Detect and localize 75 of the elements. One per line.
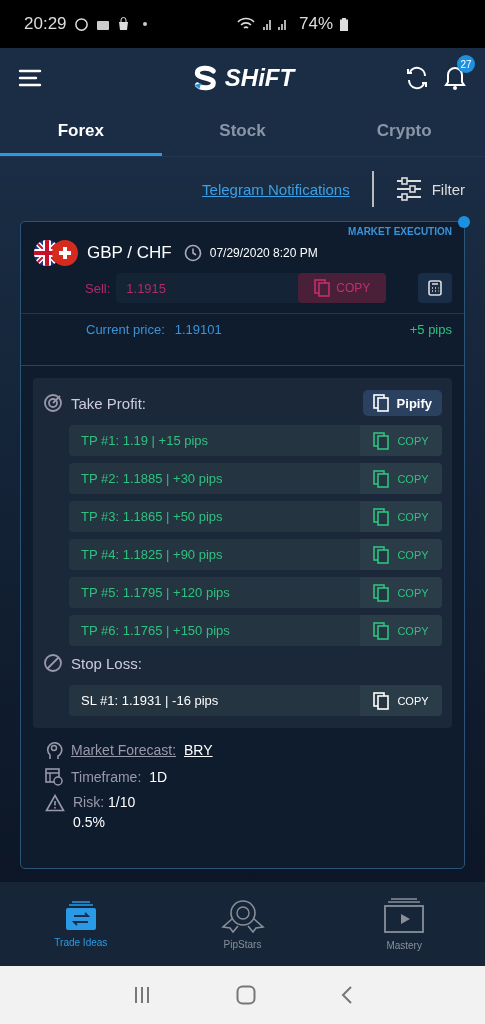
- pips-change: +5 pips: [409, 322, 452, 337]
- flags-icon: [33, 239, 79, 267]
- timeframe-value: 1D: [149, 769, 168, 785]
- sliders-icon: [395, 177, 422, 201]
- copy-icon: [373, 583, 390, 602]
- target-icon: [43, 393, 63, 413]
- copy-button[interactable]: COPY: [360, 615, 442, 646]
- nav-item[interactable]: PipStars: [161, 882, 324, 966]
- currency-pair: GBP / CHF: [87, 243, 172, 263]
- clock-icon: [183, 244, 202, 262]
- copy-button[interactable]: COPY: [360, 539, 442, 570]
- status-dot: [458, 216, 470, 228]
- calendar-clock-icon: [45, 768, 63, 786]
- market-forecast-link[interactable]: Market Forecast:: [71, 742, 177, 758]
- pipify-button[interactable]: Pipify: [362, 390, 442, 416]
- nav-item[interactable]: Trade Ideas: [0, 882, 162, 966]
- tab[interactable]: Crypto: [323, 108, 485, 156]
- copy-icon: [373, 469, 390, 488]
- current-price: 1.19101: [174, 322, 222, 337]
- take-profit-level: TP #3: 1.1865 | +50 pips: [80, 508, 224, 526]
- calculator-button[interactable]: [418, 273, 452, 303]
- logo-text: SHiFT: [224, 64, 295, 92]
- take-profit-level: TP #4: 1.1825 | +90 pips: [80, 546, 224, 564]
- timeframe-label: Timeframe:: [71, 769, 142, 785]
- battery-icon: [340, 17, 348, 31]
- dot-icon: [142, 22, 147, 26]
- award-icon: [219, 898, 266, 933]
- copy-icon: [314, 279, 331, 297]
- filter-button[interactable]: Filter: [395, 177, 465, 201]
- nav-item[interactable]: Mastery: [323, 882, 485, 966]
- copy-button[interactable]: COPY: [360, 501, 442, 532]
- entry-value: 1.1915: [125, 280, 168, 296]
- copy-icon: [373, 621, 390, 640]
- copy-button[interactable]: COPY: [360, 425, 442, 456]
- take-profit-level: TP #1: 1.19 | +15 pips: [80, 432, 210, 450]
- current-price-label: Current price:: [86, 322, 165, 337]
- copy-icon: [373, 507, 390, 526]
- take-profit-level: TP #5: 1.1795 | +120 pips: [80, 584, 231, 602]
- copy-button[interactable]: COPY: [360, 463, 442, 494]
- video-icon: [383, 897, 426, 934]
- take-profit-title: Take Profit:: [71, 394, 147, 412]
- take-profit-level: TP #2: 1.1885 | +30 pips: [80, 470, 224, 488]
- risk-value: 1/10: [108, 794, 136, 810]
- take-profit-level: TP #6: 1.1765 | +150 pips: [80, 622, 231, 640]
- telegram-link[interactable]: Telegram Notifications: [202, 180, 350, 198]
- head-icon: [45, 740, 63, 760]
- trade-folder-icon: [63, 900, 98, 931]
- risk-percent: 0.5%: [73, 814, 106, 830]
- copy-icon: [373, 545, 390, 564]
- signal-datetime: 07/29/2020 8:20 PM: [209, 246, 318, 260]
- warning-icon: [45, 794, 65, 812]
- execution-type: MARKET EXECUTION: [347, 225, 452, 237]
- status-time: 20:29: [24, 14, 67, 34]
- stop-loss-title: Stop Loss:: [71, 654, 142, 672]
- battery-percent: 74%: [298, 14, 333, 34]
- market-forecast-value[interactable]: BRY: [184, 742, 213, 758]
- home-icon[interactable]: [235, 985, 256, 1005]
- menu-icon[interactable]: [18, 69, 42, 87]
- refresh-icon[interactable]: [405, 66, 429, 90]
- risk-label: Risk:: [73, 794, 105, 810]
- copy-button[interactable]: COPY: [360, 577, 442, 608]
- entry-label: Sell:: [85, 280, 111, 296]
- recent-apps-icon[interactable]: [132, 986, 151, 1004]
- tab[interactable]: Stock: [161, 108, 324, 156]
- calculator-icon: [428, 280, 442, 296]
- copy-icon: [372, 394, 389, 412]
- stop-loss-level: SL #1: 1.1931 | -16 pips: [80, 692, 220, 710]
- bag-icon: [116, 17, 130, 31]
- wifi-icon: [236, 17, 255, 31]
- copy-icon: [373, 691, 390, 710]
- back-icon[interactable]: [340, 985, 353, 1005]
- copy-icon: [373, 431, 390, 450]
- notification-badge: 27: [457, 55, 475, 73]
- copy-button[interactable]: COPY: [360, 685, 442, 716]
- prohibited-icon: [43, 653, 63, 673]
